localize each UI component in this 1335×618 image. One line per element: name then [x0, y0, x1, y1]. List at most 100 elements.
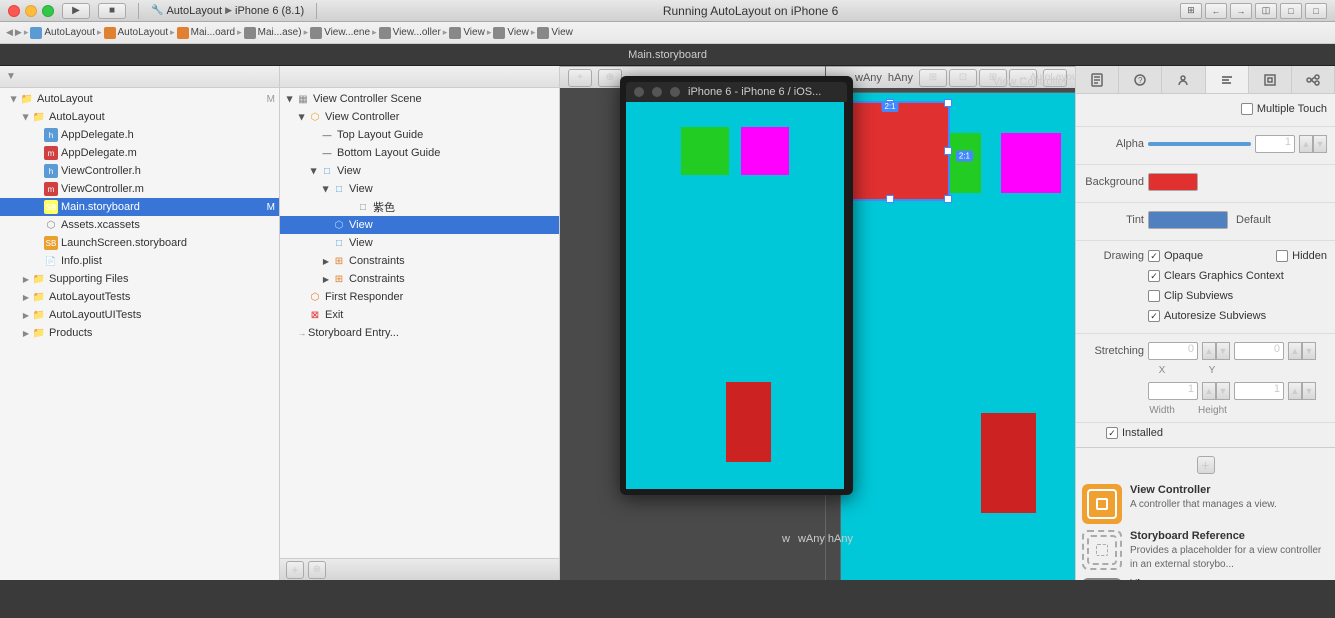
sidebar-item-info-plist[interactable]: 📄 Info.plist: [0, 252, 279, 270]
sidebar-item-autolayout-ui-tests[interactable]: ▶ 📁 AutoLayoutUITests: [0, 306, 279, 324]
scene-tree[interactable]: ▶ ▦ View Controller Scene ▶ ⬡ View Contr…: [280, 88, 559, 558]
scene-item-constraints2[interactable]: ▶ ⊞ Constraints: [280, 270, 559, 288]
sidebar-item-launchscreen[interactable]: SB LaunchScreen.storyboard: [0, 234, 279, 252]
stretching-w-input[interactable]: 1: [1148, 382, 1198, 400]
bc-view3[interactable]: View: [537, 27, 573, 39]
scene-item-view-sub3[interactable]: □ View: [280, 234, 559, 252]
tint-color-swatch[interactable]: [1148, 211, 1228, 229]
bc-view2[interactable]: View: [493, 27, 529, 39]
bc-mainstoryboard[interactable]: Mai...oard: [177, 27, 235, 39]
alpha-input[interactable]: 1: [1255, 135, 1295, 153]
bc-nav-right[interactable]: ▶: [15, 27, 22, 38]
tab-quickhelp[interactable]: ?: [1119, 66, 1162, 93]
clip-subviews-checkbox[interactable]: [1148, 290, 1160, 302]
alpha-slider[interactable]: [1148, 142, 1251, 146]
handle-top-right[interactable]: [944, 99, 952, 107]
iphone-popup-min[interactable]: [652, 87, 662, 97]
tab-attributes[interactable]: [1206, 66, 1249, 93]
multiple-touch-checkbox[interactable]: [1241, 103, 1253, 115]
stop-button[interactable]: ■: [98, 3, 126, 19]
stretching-h-stepper[interactable]: ▲ ▼: [1288, 382, 1316, 400]
tab-connections[interactable]: [1292, 66, 1335, 93]
minimize-button[interactable]: [25, 5, 37, 17]
scene-item-first-responder[interactable]: ⬡ First Responder: [280, 288, 559, 306]
stretching-h-input[interactable]: 1: [1234, 382, 1284, 400]
stretching-x-down[interactable]: ▼: [1216, 342, 1230, 360]
sidebar-item-autolayout-tests[interactable]: ▶ 📁 AutoLayoutTests: [0, 288, 279, 306]
background-color-swatch[interactable]: [1148, 173, 1198, 191]
sidebar-item-viewcontroller-m[interactable]: m ViewController.m: [0, 180, 279, 198]
back-icon[interactable]: ←: [1205, 3, 1227, 19]
bc-viewene[interactable]: View...ene: [310, 27, 370, 39]
navigator-icon[interactable]: ◫: [1255, 3, 1277, 19]
tab-file[interactable]: [1076, 66, 1119, 93]
sidebar-item-autolayout-root[interactable]: ▶ 📁 AutoLayout M: [0, 90, 279, 108]
stretching-h-down[interactable]: ▼: [1302, 382, 1316, 400]
iphone-popup-close[interactable]: [634, 87, 644, 97]
scene-item-view-sub2[interactable]: ⬡ View: [280, 216, 559, 234]
scene-item-view-sub1[interactable]: ▶ □ View: [280, 180, 559, 198]
autoresize-checkbox[interactable]: [1148, 310, 1160, 322]
scene-item-vc[interactable]: ▶ ⬡ View Controller: [280, 108, 559, 126]
tab-identity[interactable]: [1162, 66, 1205, 93]
add-info-button[interactable]: +: [1197, 456, 1215, 474]
sidebar-item-products[interactable]: ▶ 📁 Products: [0, 324, 279, 342]
maximize-button[interactable]: [42, 5, 54, 17]
add-scene-button[interactable]: +: [286, 561, 304, 579]
file-tree[interactable]: ▶ 📁 AutoLayout M ▶ 📁 AutoLayout h AppDel…: [0, 88, 279, 580]
sidebar-item-appdelegate-m[interactable]: m AppDelegate.m: [0, 144, 279, 162]
sidebar-item-assets[interactable]: ⬡ Assets.xcassets: [0, 216, 279, 234]
bc-maiase[interactable]: Mai...ase): [244, 27, 302, 39]
alpha-step-down[interactable]: ▼: [1313, 135, 1327, 153]
stretching-w-stepper[interactable]: ▲ ▼: [1202, 382, 1230, 400]
scene-item-storyboard-entry[interactable]: → Storyboard Entry...: [280, 324, 559, 342]
iphone-popup-max[interactable]: [670, 87, 680, 97]
stretching-x-input[interactable]: 0: [1148, 342, 1198, 360]
sidebar-item-main-storyboard[interactable]: SB Main.storyboard M: [0, 198, 279, 216]
stretching-x-up[interactable]: ▲: [1202, 342, 1216, 360]
bc-view1[interactable]: View: [449, 27, 485, 39]
alpha-step-up[interactable]: ▲: [1299, 135, 1313, 153]
scene-item-top-layout[interactable]: — Top Layout Guide: [280, 126, 559, 144]
scene-item-bottom-layout[interactable]: — Bottom Layout Guide: [280, 144, 559, 162]
debug-icon[interactable]: □: [1280, 3, 1302, 19]
tab-size[interactable]: [1249, 66, 1292, 93]
editor-grid-icon[interactable]: ⊞: [1180, 3, 1202, 19]
handle-bottom-right[interactable]: [944, 195, 952, 203]
hidden-checkbox[interactable]: [1276, 250, 1288, 262]
filter-scene-button[interactable]: ⊕: [308, 561, 326, 579]
stretching-y-stepper[interactable]: ▲ ▼: [1288, 342, 1316, 360]
close-button[interactable]: [8, 5, 20, 17]
scene-item-constraints1[interactable]: ▶ ⊞ Constraints: [280, 252, 559, 270]
scheme-selector[interactable]: 🔧 AutoLayout ▶ iPhone 6 (8.1): [151, 5, 304, 17]
inspector-icon[interactable]: □: [1305, 3, 1327, 19]
sidebar-item-supporting-files[interactable]: ▶ 📁 Supporting Files: [0, 270, 279, 288]
scene-item-view-main[interactable]: ▶ □ View: [280, 162, 559, 180]
installed-checkbox[interactable]: [1106, 427, 1118, 439]
clears-graphics-checkbox[interactable]: [1148, 270, 1160, 282]
forward-icon[interactable]: →: [1230, 3, 1252, 19]
stretching-x-stepper[interactable]: ▲ ▼: [1202, 342, 1230, 360]
scene-item-exit[interactable]: ⊠ Exit: [280, 306, 559, 324]
handle-middle-right[interactable]: [944, 147, 952, 155]
opaque-checkbox[interactable]: [1148, 250, 1160, 262]
sidebar-item-appdelegate-h[interactable]: h AppDelegate.h: [0, 126, 279, 144]
scene-item-vc-scene[interactable]: ▶ ▦ View Controller Scene: [280, 90, 559, 108]
canvas-area[interactable]: iPhone 6 - iPhone 6 / iOS... View Contro…: [560, 66, 1075, 580]
bc-autolayout2[interactable]: AutoLayout: [104, 27, 169, 39]
stretching-y-up[interactable]: ▲: [1288, 342, 1302, 360]
scene-item-purple[interactable]: □ 紫色: [280, 198, 559, 216]
alpha-stepper[interactable]: ▲ ▼: [1299, 135, 1327, 153]
sidebar-item-autolayout-sub[interactable]: ▶ 📁 AutoLayout: [0, 108, 279, 126]
stretching-w-down[interactable]: ▼: [1216, 382, 1230, 400]
run-button[interactable]: ▶: [62, 3, 90, 19]
stretching-y-down[interactable]: ▼: [1302, 342, 1316, 360]
bc-viewoller[interactable]: View...oller: [379, 27, 441, 39]
handle-bottom-middle[interactable]: [886, 195, 894, 203]
stretching-h-up[interactable]: ▲: [1288, 382, 1302, 400]
stretching-w-up[interactable]: ▲: [1202, 382, 1216, 400]
sidebar-item-viewcontroller-h[interactable]: h ViewController.h: [0, 162, 279, 180]
bc-autolayout1[interactable]: AutoLayout: [30, 27, 95, 39]
stretching-y-input[interactable]: 0: [1234, 342, 1284, 360]
bc-nav-left[interactable]: ◀: [6, 27, 13, 38]
